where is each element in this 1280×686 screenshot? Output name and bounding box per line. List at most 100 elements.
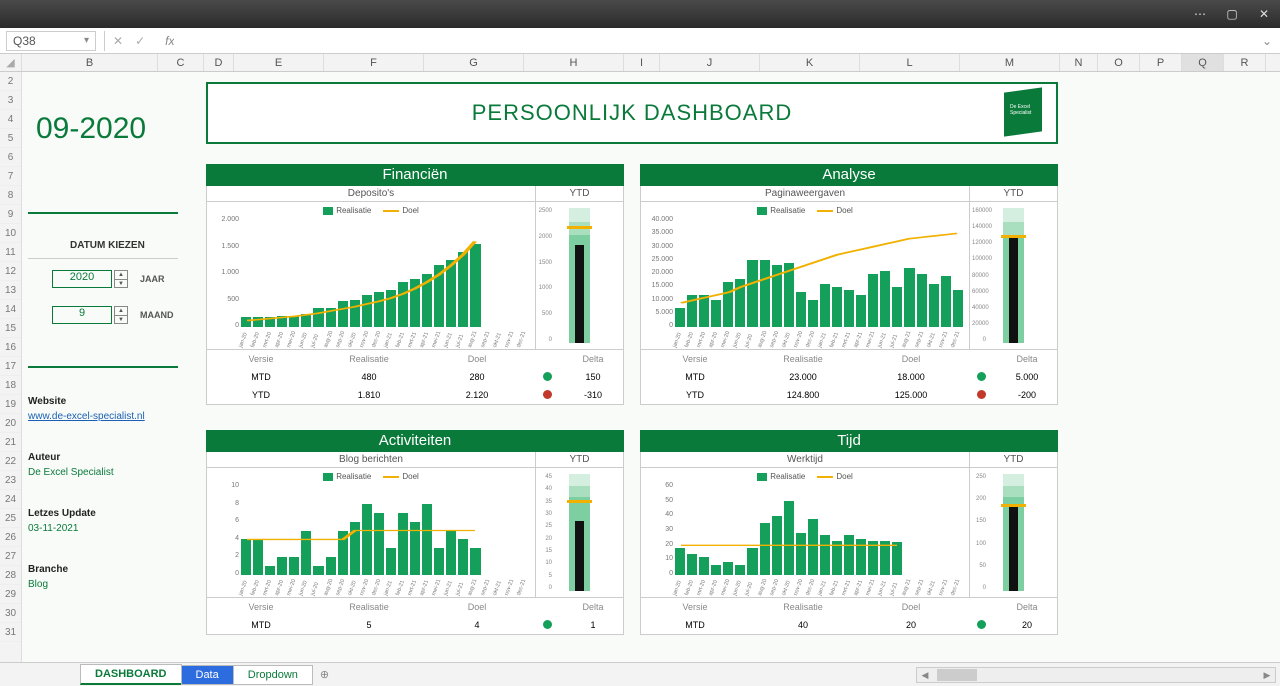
- main-chart: RealisatieDoel6050403020100jan-20feb-20m…: [641, 468, 969, 597]
- add-sheet-icon[interactable]: ⊕: [320, 668, 329, 681]
- row-header[interactable]: 5: [0, 129, 21, 148]
- col-header[interactable]: R: [1224, 54, 1266, 71]
- row-header[interactable]: 20: [0, 414, 21, 433]
- row-header[interactable]: 29: [0, 585, 21, 604]
- ytd-label: YTD: [969, 186, 1057, 201]
- panel-title: Financiën: [206, 164, 624, 186]
- month-label: MAAND: [140, 310, 174, 320]
- col-header[interactable]: L: [860, 54, 960, 71]
- panel-metrics: VersieRealisatieDoelDelta MTD480280150YT…: [206, 350, 624, 405]
- month-spinner[interactable]: ▲▼: [114, 306, 128, 324]
- grid-area[interactable]: 09-2020 DATUM KIEZEN 2020 ▲▼ JAAR 9 ▲▼ M…: [22, 72, 1280, 662]
- col-header[interactable]: B: [22, 54, 158, 71]
- row-header[interactable]: 2: [0, 72, 21, 91]
- row-header[interactable]: 31: [0, 623, 21, 642]
- column-headers[interactable]: ◢ B C D E F G H I J K L M N O P Q R: [0, 54, 1280, 72]
- col-header[interactable]: C: [158, 54, 204, 71]
- scroll-right-icon[interactable]: ▶: [1259, 670, 1275, 681]
- name-box[interactable]: Q38: [6, 31, 96, 51]
- row-headers[interactable]: 2345678910111213141516171819202122232425…: [0, 72, 22, 662]
- author-value: De Excel Specialist: [28, 467, 114, 478]
- more-icon[interactable]: ⋯: [1190, 7, 1210, 21]
- col-header[interactable]: H: [524, 54, 624, 71]
- maximize-icon[interactable]: ▢: [1222, 7, 1242, 21]
- col-header[interactable]: O: [1098, 54, 1140, 71]
- row-header[interactable]: 21: [0, 433, 21, 452]
- panel-title: Tijd: [640, 430, 1058, 452]
- row-header[interactable]: 4: [0, 110, 21, 129]
- page-title: PERSOONLIJK DASHBOARD: [472, 100, 793, 126]
- row-header[interactable]: 19: [0, 395, 21, 414]
- month-input[interactable]: 9: [52, 306, 112, 324]
- fx-icon[interactable]: fx: [165, 34, 174, 48]
- chart-subtitle: Blog berichten: [207, 452, 535, 467]
- row-header[interactable]: 11: [0, 243, 21, 262]
- worksheet[interactable]: 2345678910111213141516171819202122232425…: [0, 72, 1280, 662]
- panel-title: Analyse: [640, 164, 1058, 186]
- row-header[interactable]: 6: [0, 148, 21, 167]
- brand-logo-icon: De Excel Specialist: [1000, 90, 1046, 136]
- close-icon[interactable]: ✕: [1254, 7, 1274, 21]
- tab-dashboard[interactable]: DASHBOARD: [80, 664, 182, 685]
- cancel-formula-icon[interactable]: ✕: [113, 34, 123, 48]
- ytd-chart: 250200150100500: [969, 468, 1057, 597]
- expand-formula-icon[interactable]: ⌄: [1254, 34, 1280, 48]
- col-header[interactable]: G: [424, 54, 524, 71]
- scroll-left-icon[interactable]: ◀: [917, 670, 933, 681]
- col-header[interactable]: K: [760, 54, 860, 71]
- col-header[interactable]: P: [1140, 54, 1182, 71]
- row-header[interactable]: 13: [0, 281, 21, 300]
- chart-subtitle: Deposito's: [207, 186, 535, 201]
- row-header[interactable]: 17: [0, 357, 21, 376]
- ytd-chart: 25002000150010005000: [535, 202, 623, 349]
- period-title: 09-2020: [36, 112, 146, 146]
- col-header[interactable]: J: [660, 54, 760, 71]
- col-header[interactable]: Q: [1182, 54, 1224, 71]
- row-header[interactable]: 10: [0, 224, 21, 243]
- formula-input[interactable]: [174, 31, 1253, 51]
- row-header[interactable]: 16: [0, 338, 21, 357]
- row-header[interactable]: 15: [0, 319, 21, 338]
- year-input[interactable]: 2020: [52, 270, 112, 288]
- select-all-cell[interactable]: ◢: [0, 54, 22, 71]
- row-header[interactable]: 22: [0, 452, 21, 471]
- col-header[interactable]: N: [1060, 54, 1098, 71]
- col-header[interactable]: D: [204, 54, 234, 71]
- website-link[interactable]: www.de-excel-specialist.nl: [28, 411, 145, 422]
- row-header[interactable]: 18: [0, 376, 21, 395]
- year-spinner[interactable]: ▲▼: [114, 270, 128, 288]
- row-header[interactable]: 3: [0, 91, 21, 110]
- scroll-thumb[interactable]: [937, 669, 977, 681]
- row-header[interactable]: 24: [0, 490, 21, 509]
- row-header[interactable]: 12: [0, 262, 21, 281]
- panel-metrics: VersieRealisatieDoelDelta MTD402020: [640, 598, 1058, 635]
- dashboard-header: PERSOONLIJK DASHBOARD De Excel Specialis…: [206, 82, 1058, 144]
- date-section-label: DATUM KIEZEN: [70, 240, 145, 251]
- row-header[interactable]: 30: [0, 604, 21, 623]
- row-header[interactable]: 28: [0, 566, 21, 585]
- col-header[interactable]: M: [960, 54, 1060, 71]
- panel-metrics: VersieRealisatieDoelDelta MTD541: [206, 598, 624, 635]
- main-chart: RealisatieDoel2.0001.5001.0005000jan-20f…: [207, 202, 535, 349]
- row-header[interactable]: 23: [0, 471, 21, 490]
- row-header[interactable]: 14: [0, 300, 21, 319]
- update-value: 03-11-2021: [28, 523, 96, 534]
- tab-data[interactable]: Data: [181, 665, 234, 685]
- row-header[interactable]: 7: [0, 167, 21, 186]
- panel-act: Activiteiten Blog berichtenYTD Realisati…: [206, 430, 624, 635]
- website-label: Website: [28, 396, 145, 407]
- row-header[interactable]: 25: [0, 509, 21, 528]
- col-header[interactable]: E: [234, 54, 324, 71]
- panel-fin: Financiën Deposito'sYTD RealisatieDoel2.…: [206, 164, 624, 405]
- col-header[interactable]: F: [324, 54, 424, 71]
- tab-dropdown[interactable]: Dropdown: [233, 665, 313, 685]
- horizontal-scrollbar[interactable]: ◀ ▶: [916, 667, 1276, 683]
- enter-formula-icon[interactable]: ✓: [135, 34, 145, 48]
- panel-tijd: Tijd WerktijdYTD RealisatieDoel605040302…: [640, 430, 1058, 635]
- row-header[interactable]: 26: [0, 528, 21, 547]
- row-header[interactable]: 8: [0, 186, 21, 205]
- row-header[interactable]: 9: [0, 205, 21, 224]
- row-header[interactable]: 27: [0, 547, 21, 566]
- col-header[interactable]: I: [624, 54, 660, 71]
- sheet-tab-bar: DASHBOARD Data Dropdown ⊕ ◀ ▶: [0, 662, 1280, 686]
